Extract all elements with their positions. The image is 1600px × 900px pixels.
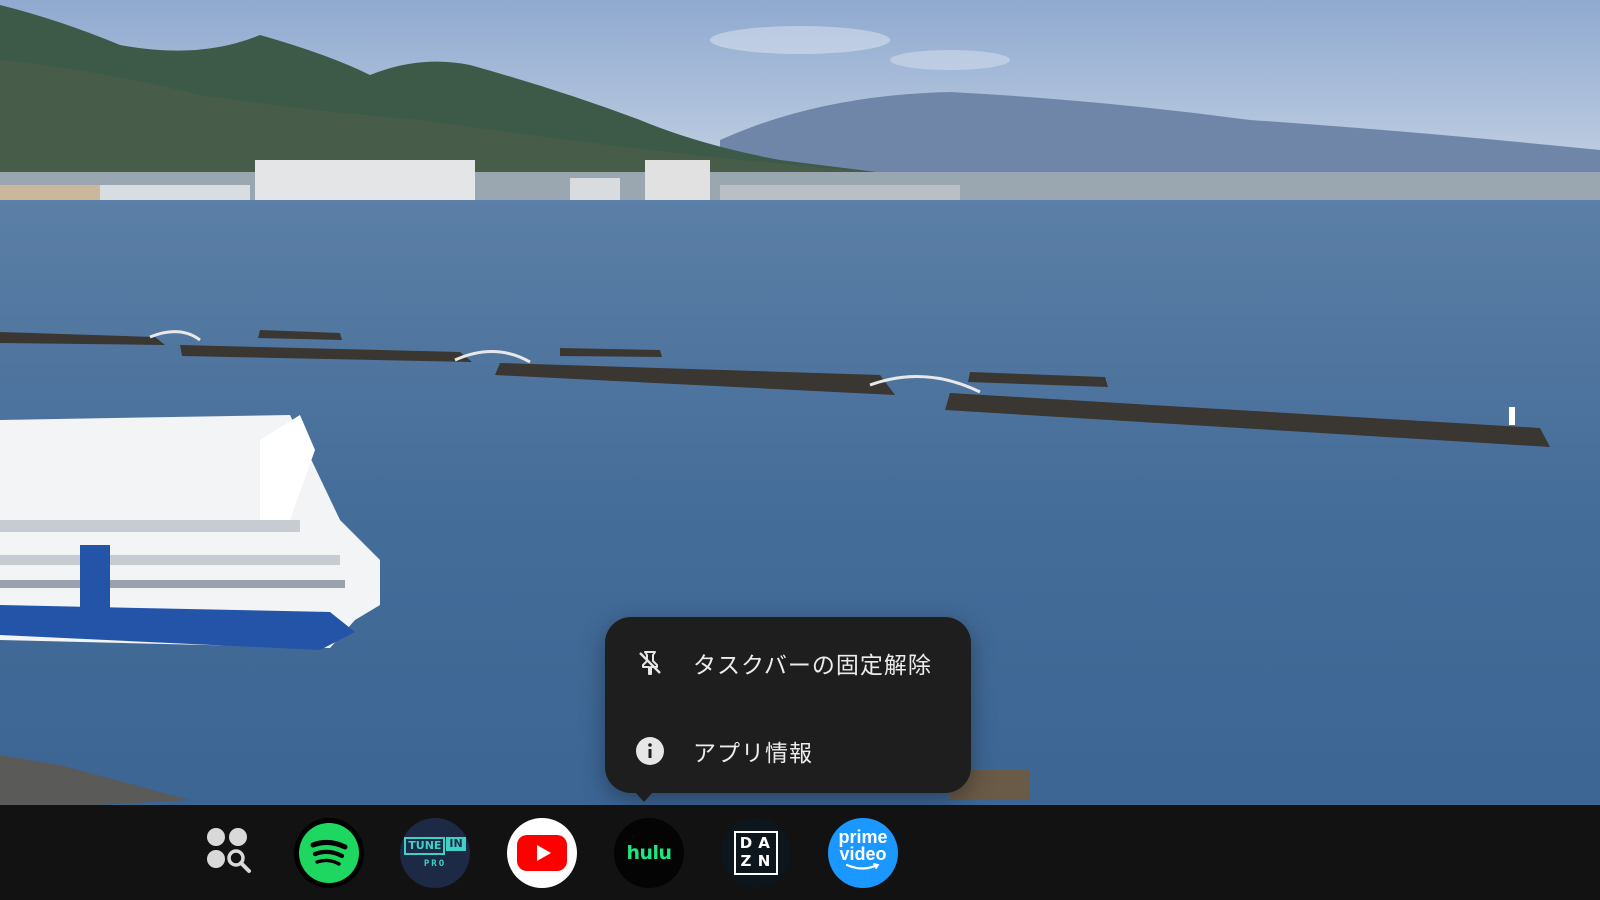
dazn-app-icon[interactable]: D A Z N bbox=[721, 818, 791, 888]
dazn-letter-n: N bbox=[757, 852, 771, 870]
dazn-letter-z: Z bbox=[740, 852, 752, 870]
info-icon bbox=[633, 734, 667, 768]
all-apps-search-icon[interactable] bbox=[205, 826, 257, 878]
youtube-icon bbox=[517, 835, 567, 871]
unpin-label: タスクバーの固定解除 bbox=[693, 653, 932, 679]
spotify-app-icon[interactable] bbox=[294, 818, 364, 888]
menu-caret bbox=[635, 792, 653, 802]
app-info-menu-item[interactable]: アプリ情報 bbox=[605, 711, 971, 791]
dazn-letter-a: A bbox=[758, 834, 770, 852]
hulu-app-icon[interactable]: hulu bbox=[614, 818, 684, 888]
dazn-icon: D A Z N bbox=[734, 831, 778, 875]
spotify-icon bbox=[299, 823, 359, 883]
tunein-pro-text: PRO bbox=[423, 859, 447, 869]
unpin-from-taskbar-menu-item[interactable]: タスクバーの固定解除 bbox=[605, 623, 971, 703]
app-info-label: アプリ情報 bbox=[693, 741, 813, 767]
unpin-icon bbox=[633, 646, 667, 680]
video-text: video bbox=[839, 844, 887, 864]
taskbar: TUNE IN PRO hulu D A Z N prime video bbox=[0, 805, 1600, 900]
prime-video-app-icon[interactable]: prime video bbox=[828, 818, 898, 888]
tunein-in-text: IN bbox=[446, 837, 466, 851]
youtube-app-icon[interactable] bbox=[507, 818, 577, 888]
tunein-icon: TUNE IN PRO bbox=[404, 837, 466, 869]
tunein-tune-text: TUNE bbox=[404, 837, 446, 855]
tunein-app-icon[interactable]: TUNE IN PRO bbox=[400, 818, 470, 888]
dazn-letter-d: D bbox=[739, 834, 753, 852]
prime-video-icon: prime video bbox=[838, 828, 888, 871]
smile-arrow-icon bbox=[845, 863, 880, 870]
app-context-menu: タスクバーの固定解除 アプリ情報 bbox=[605, 617, 971, 802]
hulu-icon: hulu bbox=[626, 842, 672, 864]
